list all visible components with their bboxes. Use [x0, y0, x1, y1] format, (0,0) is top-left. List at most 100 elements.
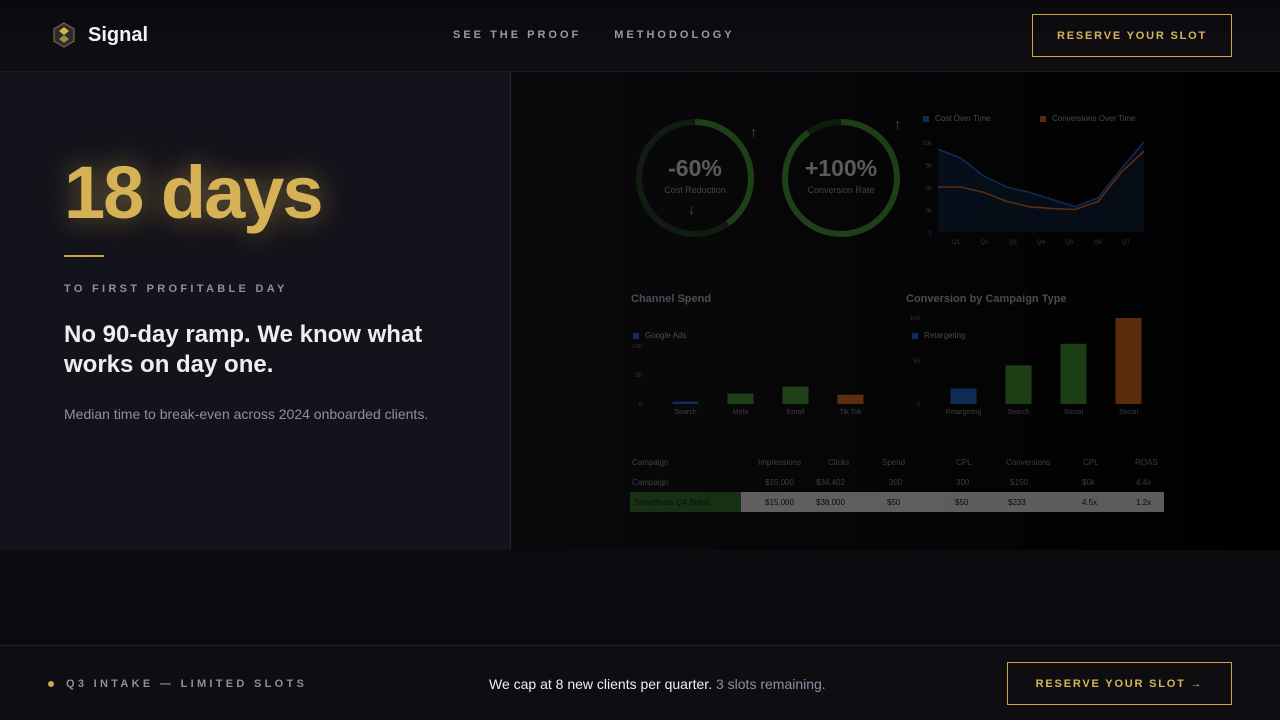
x-tick-label: Q3 — [1009, 240, 1018, 246]
legend-label: Conversions Over Time — [1052, 114, 1136, 123]
table-header-cell: Conversions — [1006, 458, 1051, 467]
x-tick-label: Q6 — [1094, 240, 1103, 246]
table-header-cell: ROAS — [1135, 458, 1158, 467]
legend-conversions: Conversions Over Time — [1040, 114, 1136, 123]
category-label: Meta — [733, 409, 749, 416]
bar — [1060, 343, 1087, 404]
status-dot-icon — [48, 681, 54, 687]
x-tick-label: Q4 — [1037, 240, 1046, 246]
reserve-slot-button[interactable]: RESERVE YOUR SLOT — [1032, 14, 1232, 57]
legend-swatch — [923, 115, 929, 122]
table-cell: $50 — [955, 498, 969, 507]
legend-swatch — [633, 332, 639, 339]
bar — [1005, 365, 1032, 404]
campaign-table: Campaign Impressions Clicks Spend CPL Co… — [630, 452, 1164, 512]
category-label: Search — [674, 409, 696, 416]
hero-description: Median time to break-even across 2024 on… — [64, 406, 429, 422]
category-label: Search — [1007, 409, 1029, 416]
bar — [727, 393, 754, 404]
bar — [1115, 318, 1142, 404]
x-tick-label: Q7 — [1122, 240, 1131, 246]
table-cell: $233 — [1008, 498, 1026, 507]
bar — [950, 388, 977, 404]
table-cell: 300 — [956, 478, 970, 487]
y-tick-label: 5k — [926, 164, 933, 170]
legend-label: Google Ads — [645, 331, 687, 340]
dashboard-image: -60% Cost Reduction ↓ ↑ +100% Conversion… — [512, 72, 1280, 550]
table-cell: $0k — [1082, 478, 1095, 487]
gauge-cost-reduction: -60% Cost Reduction ↓ — [634, 117, 756, 239]
category-label: Social — [1119, 409, 1139, 416]
hero-headline: No 90-day ramp. We know what works on da… — [64, 321, 423, 378]
capacity-text: We cap at 8 new clients per quarter. — [489, 676, 713, 692]
hero-stat-label: TO FIRST PROFITABLE DAY — [64, 283, 288, 295]
x-tick-label: Q1 — [952, 240, 961, 246]
table-row[interactable]: Campaign $15,000 $34,402 300 300 $150 $0… — [630, 472, 1164, 492]
category-label: Email — [787, 409, 805, 416]
table-cell: $15,000 — [765, 498, 794, 507]
bar — [672, 401, 699, 404]
y-tick-label: 0k — [926, 209, 933, 215]
table-cell: $15,000 — [765, 478, 794, 487]
bar — [782, 386, 809, 404]
intake-bar: Q3 INTAKE — LIMITED SLOTS We cap at 8 ne… — [0, 645, 1280, 720]
channel-spend-title: Channel Spend — [631, 293, 712, 305]
arrow-up-icon: ↑ — [750, 124, 757, 140]
y-tick-label: 0k — [926, 186, 933, 192]
divider — [64, 255, 104, 257]
table-cell: Campaign — [632, 478, 669, 487]
table-cell: $34,402 — [816, 478, 845, 487]
table-header-cell: CPL — [956, 458, 972, 467]
conversion-by-type-title: Conversion by Campaign Type — [906, 293, 1067, 305]
table-header-cell: Spend — [882, 458, 906, 467]
brand-logo[interactable]: Signal — [52, 22, 148, 48]
channel-spend-chart: 100 50 0 Search Meta Email Tik Tok — [632, 344, 864, 416]
gauge-value: +100% — [804, 155, 878, 181]
series-area — [938, 142, 1144, 232]
bar — [837, 394, 864, 404]
legend-cost: Cost Over Time — [923, 114, 991, 123]
capacity-message: We cap at 8 new clients per quarter. 3 s… — [489, 676, 826, 692]
gauge-label: Conversion Rate — [807, 185, 875, 195]
gauge-conversion-rate: +100% Conversion Rate — [780, 117, 902, 239]
table-cell: Smartfinish Q4 Boost — [634, 498, 710, 507]
table-cell: 300 — [889, 478, 903, 487]
table-cell: 1.2x — [1136, 498, 1152, 507]
arrow-down-icon: ↓ — [688, 201, 695, 217]
table-cell: 4.4x — [1136, 478, 1152, 487]
category-label: Tik Tok — [840, 409, 862, 416]
logo-icon — [53, 22, 75, 48]
y-tick-label: 0 — [917, 402, 921, 408]
category-label: Retargeting — [945, 409, 981, 416]
reserve-slot-bottom-button[interactable]: RESERVE YOUR SLOT → — [1007, 662, 1232, 705]
intake-label: Q3 INTAKE — LIMITED SLOTS — [66, 678, 308, 690]
table-cell: 4.5x — [1082, 498, 1098, 507]
y-tick-label: 50 — [913, 359, 920, 365]
legend-swatch — [1040, 115, 1046, 122]
brand-name: Signal — [88, 23, 149, 46]
y-tick-label: 10k — [922, 141, 933, 147]
legend-google-ads: Google Ads — [633, 331, 686, 340]
nav-methodology[interactable]: METHODOLOGY — [614, 29, 734, 41]
dashboard-preview: -60% Cost Reduction ↓ ↑ +100% Conversion… — [512, 72, 1280, 550]
y-tick-label: 50 — [635, 373, 642, 379]
table-row-highlighted[interactable]: Smartfinish Q4 Boost $15,000 $38,000 $50… — [630, 492, 1164, 512]
table-header: Campaign Impressions Clicks Spend CPL Co… — [630, 452, 1164, 472]
y-tick-label: 0 — [639, 402, 643, 408]
gauge-label: Cost Reduction — [664, 185, 726, 195]
table-header-cell: Campaign — [632, 458, 669, 467]
table-cell: $150 — [1010, 478, 1028, 487]
table-header-cell: CPL — [1083, 458, 1099, 467]
nav-see-the-proof[interactable]: SEE THE PROOF — [453, 29, 581, 41]
y-tick-label: 100 — [632, 344, 643, 350]
table-cell: $50 — [887, 498, 901, 507]
slots-remaining: 3 slots remaining. — [715, 676, 826, 692]
category-label: Social — [1064, 409, 1084, 416]
gauge-value: -60% — [668, 155, 722, 181]
hero-stat-panel: 18 days TO FIRST PROFITABLE DAY No 90-da… — [0, 72, 511, 550]
table-cell: $38,000 — [816, 498, 845, 507]
arrow-up-icon: ↑ — [894, 116, 901, 132]
main-nav: SEE THE PROOF METHODOLOGY — [453, 29, 735, 41]
site-header: Signal SEE THE PROOF METHODOLOGY RESERVE… — [0, 0, 1280, 72]
table-header-cell: Clicks — [828, 458, 850, 467]
